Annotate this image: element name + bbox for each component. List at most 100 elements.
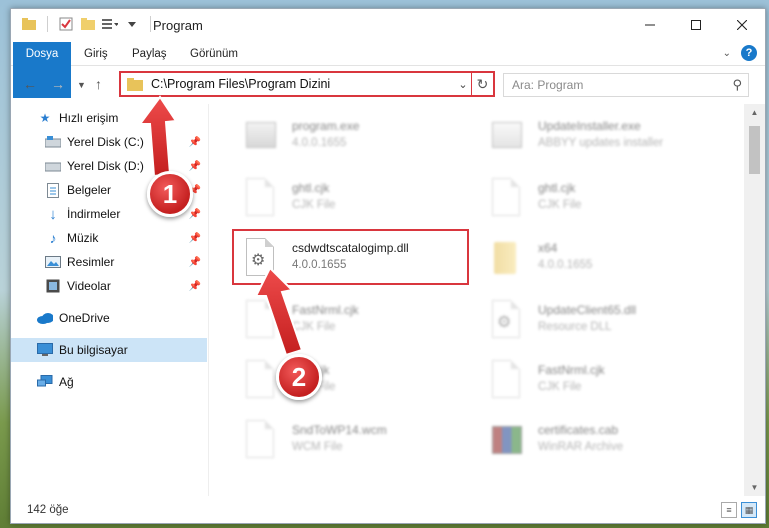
chevron-down-icon[interactable]: ⌄ xyxy=(455,78,471,91)
file-name: program.exe xyxy=(292,119,360,133)
file-detail: 4.0.0.1655 xyxy=(538,259,593,271)
pin-icon[interactable]: 📌 xyxy=(189,257,201,268)
file-item[interactable]: SndToWP14.wcm WCM File xyxy=(240,414,480,470)
callout-badge-2: 2 xyxy=(276,354,322,400)
sidebar-item-local-disk-c[interactable]: Yerel Disk (C:) 📌 xyxy=(11,130,207,154)
navigation-pane: ★ Hızlı erişim Yerel Disk (C:) 📌 Yerel D… xyxy=(11,104,209,496)
file-name: ghtl.cjk xyxy=(292,181,330,195)
search-input[interactable] xyxy=(504,74,714,96)
forward-arrow-icon[interactable]: → xyxy=(51,76,65,92)
file-item-target-dll[interactable]: ⚙ csdwdtscatalogimp.dll 4.0.0.1655 xyxy=(240,232,480,288)
large-icons-view-icon[interactable]: ▦ xyxy=(741,502,757,518)
recent-locations-icon[interactable]: ▼ xyxy=(77,80,86,90)
sidebar-item-videos[interactable]: Videolar 📌 xyxy=(11,274,207,298)
file-detail: WinRAR Archive xyxy=(538,441,623,453)
file-detail: Resource DLL xyxy=(538,321,612,333)
file-name: csdwdtscatalogimp.dll xyxy=(292,241,409,255)
folder-icon[interactable] xyxy=(21,16,37,32)
tab-view[interactable]: Görünüm xyxy=(190,42,238,66)
up-arrow-icon[interactable]: ↑ xyxy=(95,76,102,92)
address-bar[interactable]: C:\Program Files\Program Dizini ⌄ ↻ xyxy=(119,71,495,97)
file-item[interactable]: x64 4.0.0.1655 xyxy=(486,232,726,288)
pin-icon[interactable]: 📌 xyxy=(189,161,201,172)
documents-icon xyxy=(45,182,61,198)
search-box[interactable]: ⚲ xyxy=(503,73,749,97)
file-item[interactable]: ghtl.cjk CJK File xyxy=(486,172,726,228)
file-detail: CJK File xyxy=(292,199,336,211)
file-item[interactable]: FastNrml.cjk CJK File xyxy=(486,354,726,410)
details-view-icon[interactable]: ≡ xyxy=(721,502,737,518)
drive-icon xyxy=(45,158,61,174)
minimize-button[interactable] xyxy=(627,9,673,41)
download-icon: ↓ xyxy=(49,205,57,223)
file-name: ghtl.cjk xyxy=(538,181,576,195)
scrollbar-thumb[interactable] xyxy=(749,126,760,174)
sidebar-item-label: Müzik xyxy=(67,231,99,245)
file-detail: CJK File xyxy=(538,199,582,211)
sidebar-item-onedrive[interactable]: OneDrive xyxy=(11,306,207,330)
explorer-window: Program Dosya Giriş Paylaş Görünüm ⌄ ? ←… xyxy=(10,8,766,524)
view-toggle: ≡ ▦ xyxy=(721,502,757,518)
scroll-down-icon[interactable]: ▼ xyxy=(744,479,765,496)
maximize-button[interactable] xyxy=(673,9,719,41)
properties-check-icon[interactable] xyxy=(58,16,74,32)
pin-icon[interactable]: 📌 xyxy=(189,233,201,244)
vertical-scrollbar[interactable]: ▲ ▼ xyxy=(744,104,765,496)
winrar-icon xyxy=(486,420,526,464)
ribbon-tabs: Dosya Giriş Paylaş Görünüm ⌄ ? xyxy=(11,42,765,98)
back-arrow-icon[interactable]: ← xyxy=(23,76,37,92)
quick-access-toolbar xyxy=(21,16,155,32)
sidebar-item-label: İndirmeler xyxy=(67,207,121,221)
pin-icon[interactable]: 📌 xyxy=(189,137,201,148)
file-name: x64 xyxy=(538,241,558,255)
pin-icon[interactable]: 📌 xyxy=(189,281,201,292)
new-folder-icon[interactable] xyxy=(80,16,96,32)
file-item[interactable]: UpdateInstaller.exe ABBYY updates instal… xyxy=(486,110,726,166)
file-list: program.exe 4.0.0.1655 UpdateInstaller.e… xyxy=(210,104,744,496)
drive-icon xyxy=(45,134,61,150)
tab-share[interactable]: Paylaş xyxy=(132,42,167,66)
sidebar-item-network[interactable]: Ağ xyxy=(11,370,207,394)
search-icon[interactable]: ⚲ xyxy=(732,77,742,93)
sidebar-item-quick-access[interactable]: ★ Hızlı erişim xyxy=(11,106,207,130)
cloud-icon xyxy=(37,310,53,326)
help-icon[interactable]: ? xyxy=(741,45,757,61)
network-icon xyxy=(37,374,53,390)
sidebar-item-music[interactable]: ♪ Müzik 📌 xyxy=(11,226,207,250)
file-item[interactable]: program.exe 4.0.0.1655 xyxy=(240,110,480,166)
close-button[interactable] xyxy=(719,9,765,41)
folder-icon xyxy=(486,238,526,282)
file-detail: CJK File xyxy=(538,381,582,393)
item-count: 142 öğe xyxy=(27,504,69,516)
sidebar-item-this-pc[interactable]: Bu bilgisayar xyxy=(11,338,207,362)
pictures-icon xyxy=(45,254,61,270)
document-icon xyxy=(486,360,526,404)
file-detail: ABBYY updates installer xyxy=(538,137,664,149)
dropdown-arrow-icon[interactable] xyxy=(124,16,140,32)
ribbon-right-controls: ⌄ ? xyxy=(723,45,757,61)
address-path[interactable]: C:\Program Files\Program Dizini xyxy=(151,77,455,91)
callout-badge-1: 1 xyxy=(147,171,193,217)
file-item[interactable]: certificates.cab WinRAR Archive xyxy=(486,414,726,470)
file-detail: 4.0.0.1655 xyxy=(292,137,347,149)
refresh-icon[interactable]: ↻ xyxy=(471,73,493,95)
tab-home[interactable]: Giriş xyxy=(84,42,108,66)
sidebar-item-label: Resimler xyxy=(67,255,115,269)
dll-gear-icon: ⚙ xyxy=(486,300,526,344)
file-item[interactable]: ghtl.cjk CJK File xyxy=(240,172,480,228)
file-detail: WCM File xyxy=(292,441,343,453)
sidebar-item-pictures[interactable]: Resimler 📌 xyxy=(11,250,207,274)
sidebar-item-label: Hızlı erişim xyxy=(59,111,119,125)
title-bar: Program xyxy=(11,9,765,41)
file-item[interactable]: FastNrml.cjk CJK File xyxy=(240,294,480,350)
customize-toolbar-icon[interactable] xyxy=(102,16,118,32)
window-title: Program xyxy=(153,18,203,33)
sidebar-item-label: Bu bilgisayar xyxy=(59,343,128,357)
expand-ribbon-icon[interactable]: ⌄ xyxy=(723,48,731,59)
pin-icon[interactable]: 📌 xyxy=(189,209,201,220)
sidebar-item-label: Videolar xyxy=(67,279,111,293)
scroll-up-icon[interactable]: ▲ xyxy=(744,104,765,121)
close-icon xyxy=(737,20,747,30)
computer-icon xyxy=(37,342,53,358)
file-item[interactable]: ⚙ UpdateClient65.dll Resource DLL xyxy=(486,294,726,350)
